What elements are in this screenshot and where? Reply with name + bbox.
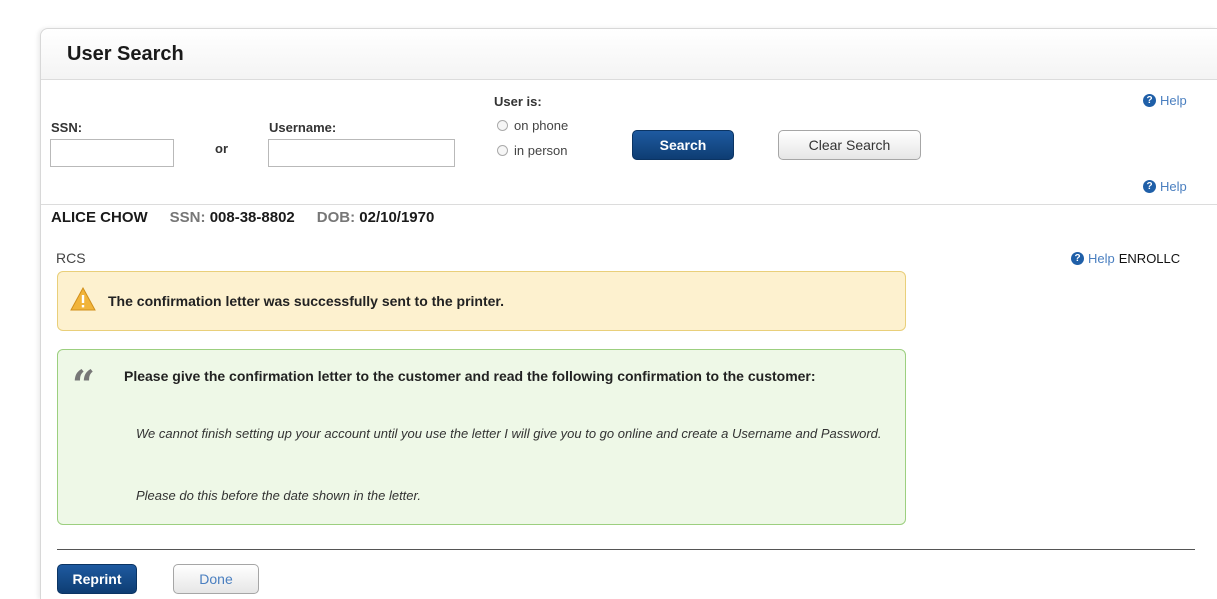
ssn-label: SSN: — [51, 120, 83, 135]
on-phone-label: on phone — [514, 118, 569, 133]
confirmation-script-box: “ Please give the confirmation letter to… — [57, 349, 906, 525]
search-form: SSN: or Username: User is: on phone in p… — [41, 81, 1217, 205]
warning-icon — [70, 287, 96, 311]
help-icon: ? — [1071, 252, 1084, 265]
clear-search-button[interactable]: Clear Search — [778, 130, 921, 160]
help-label: Help — [1160, 179, 1187, 194]
help-icon: ? — [1143, 94, 1156, 107]
done-button[interactable]: Done — [173, 564, 259, 594]
section-code: ENROLLC — [1118, 251, 1181, 266]
warning-alert: The confirmation letter was successfully… — [57, 271, 906, 331]
user-name: ALICE CHOW — [51, 209, 148, 226]
panel-header: User Search — [41, 29, 1217, 80]
on-phone-option[interactable]: on phone — [497, 118, 568, 133]
help-icon: ? — [1143, 180, 1156, 193]
username-input[interactable] — [268, 139, 455, 167]
section-help-link[interactable]: ? Help ENROLLC — [1071, 251, 1180, 266]
help-label: Help — [1160, 93, 1187, 108]
ssn-caption: SSN: — [169, 209, 206, 226]
user-help-link[interactable]: ? Help — [1143, 179, 1187, 194]
search-button[interactable]: Search — [632, 130, 734, 160]
user-search-panel: User Search SSN: or Username: User is: o… — [40, 28, 1217, 599]
reprint-button[interactable]: Reprint — [57, 564, 137, 594]
dob-caption: DOB: — [316, 209, 356, 226]
user-ssn: SSN: 008-38-8802 — [170, 209, 295, 226]
divider — [57, 549, 1195, 550]
confirmation-note: Please do this before the date shown in … — [136, 488, 421, 503]
help-label: Help — [1088, 251, 1115, 266]
in-person-radio[interactable] — [497, 145, 508, 156]
search-help-link[interactable]: ? Help — [1143, 93, 1187, 108]
in-person-option[interactable]: in person — [497, 143, 567, 158]
or-label: or — [215, 141, 228, 156]
warning-message: The confirmation letter was successfully… — [108, 293, 504, 309]
quote-icon: “ — [72, 362, 96, 409]
page-frame: User Search SSN: or Username: User is: o… — [0, 0, 1217, 599]
user-dob: DOB: 02/10/1970 — [317, 209, 435, 226]
ssn-value: 008-38-8802 — [209, 209, 295, 226]
on-phone-radio[interactable] — [497, 120, 508, 131]
dob-value: 02/10/1970 — [359, 209, 435, 226]
ssn-input[interactable] — [50, 139, 174, 167]
section-label: RCS — [56, 250, 86, 266]
username-label: Username: — [269, 120, 337, 135]
page-title: User Search — [67, 43, 184, 65]
user-summary: ALICE CHOW SSN: 008-38-8802 DOB: 02/10/1… — [51, 209, 434, 226]
user-is-label: User is: — [494, 94, 542, 109]
confirmation-body: We cannot finish setting up your account… — [136, 426, 882, 441]
in-person-label: in person — [514, 143, 568, 158]
confirmation-heading: Please give the confirmation letter to t… — [124, 368, 816, 384]
